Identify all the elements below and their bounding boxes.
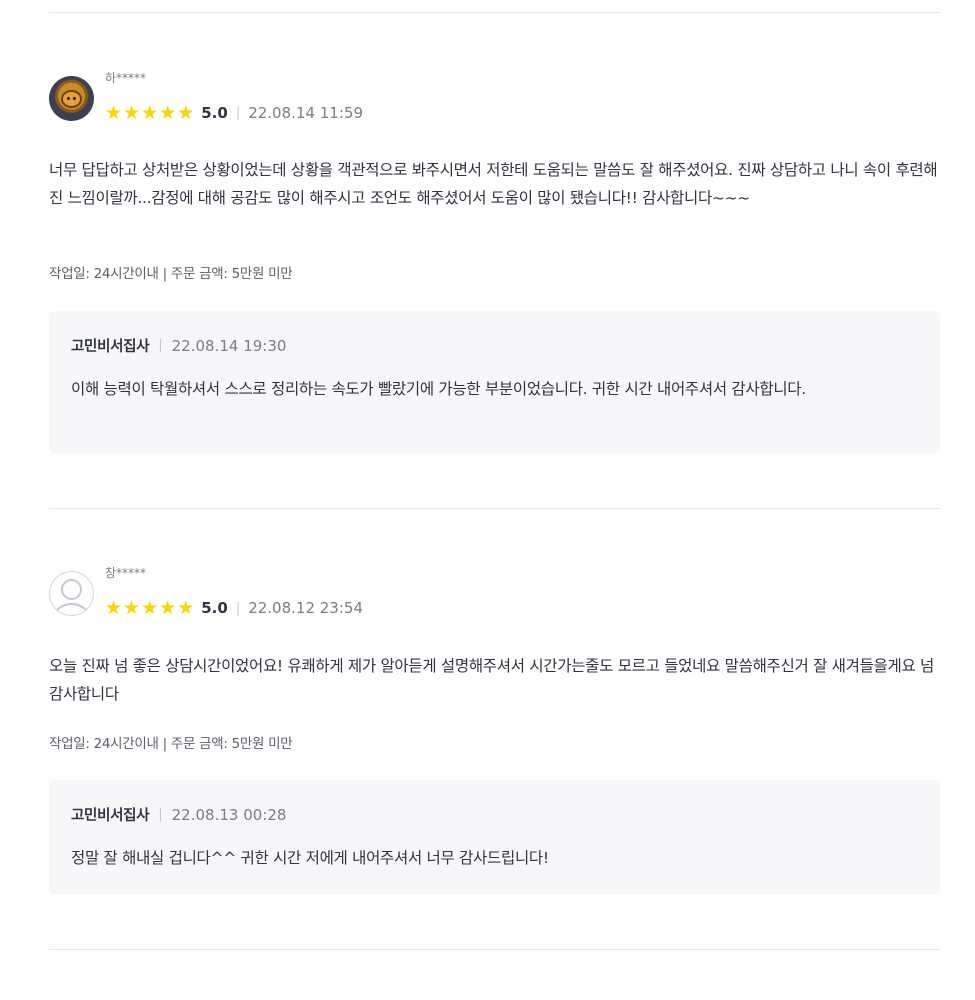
rating-score: 5.0 (201, 104, 228, 122)
star-icon: ★ (105, 596, 123, 619)
divider (49, 12, 940, 13)
star-icon: ★ (123, 596, 141, 619)
reviewer-nickname: 하***** (105, 71, 147, 85)
seller-reply: 고민비서집사 | 22.08.14 19:30 이해 능력이 탁월하셔서 스스로… (49, 311, 940, 453)
reply-author: 고민비서집사 (71, 339, 150, 355)
reply-date: 22.08.13 00:28 (171, 805, 287, 824)
rating-row: ★ ★ ★ ★ ★ 5.0 | 22.08.12 23:54 (105, 598, 363, 618)
reply-text: 이해 능력이 탁월하셔서 스스로 정리하는 속도가 빨랐기에 가능한 부분이었습… (71, 380, 806, 398)
seller-reply: 고민비서집사 | 22.08.13 00:28 정말 잘 해내실 겁니다^^ 귀… (49, 780, 940, 894)
default-user-body-icon (53, 603, 90, 615)
order-meta: 작업일: 24시간이내 | 주문 금액: 5만원 미만 (49, 266, 293, 282)
star-rating: ★ ★ ★ ★ ★ (105, 596, 195, 619)
star-icon: ★ (159, 596, 177, 619)
reply-header: 고민비서집사 | 22.08.14 19:30 (71, 335, 286, 356)
star-icon: ★ (123, 101, 141, 124)
reply-date: 22.08.14 19:30 (171, 336, 287, 355)
separator: | (235, 600, 241, 616)
star-icon: ★ (141, 101, 159, 124)
divider (49, 949, 940, 950)
star-icon: ★ (141, 596, 159, 619)
review-date: 22.08.14 11:59 (248, 104, 363, 122)
order-meta: 작업일: 24시간이내 | 주문 금액: 5만원 미만 (49, 736, 293, 752)
rating-score: 5.0 (201, 599, 228, 617)
reviewer-nickname: 창***** (105, 566, 147, 580)
reply-header: 고민비서집사 | 22.08.13 00:28 (71, 804, 286, 825)
reply-text: 정말 잘 해내실 겁니다^^ 귀한 시간 저에게 내어주셔서 너무 감사드립니다… (71, 849, 549, 867)
star-icon: ★ (159, 101, 177, 124)
star-icon: ★ (177, 101, 195, 124)
rating-row: ★ ★ ★ ★ ★ 5.0 | 22.08.14 11:59 (105, 103, 363, 123)
avatar[interactable] (49, 571, 94, 616)
avatar-face-icon (61, 90, 82, 108)
divider (49, 508, 940, 509)
star-icon: ★ (105, 101, 123, 124)
avatar[interactable] (49, 76, 94, 121)
review-date: 22.08.12 23:54 (248, 599, 363, 617)
star-rating: ★ ★ ★ ★ ★ (105, 101, 195, 124)
star-icon: ★ (177, 596, 195, 619)
reply-author: 고민비서집사 (71, 808, 150, 824)
separator: | (235, 105, 241, 121)
review-text: 오늘 진짜 넘 좋은 상담시간이었어요! 유쾌하게 제가 알아듣게 설명해주셔서… (49, 657, 935, 703)
separator: | (158, 807, 163, 822)
separator: | (158, 338, 163, 353)
default-user-icon (61, 579, 82, 600)
review-text: 너무 답답하고 상처받은 상황이었는데 상황을 객관적으로 봐주시면서 저한테 … (49, 161, 938, 207)
review-list: 하***** ★ ★ ★ ★ ★ 5.0 | 22.08.14 11:59 너무… (0, 0, 975, 1000)
